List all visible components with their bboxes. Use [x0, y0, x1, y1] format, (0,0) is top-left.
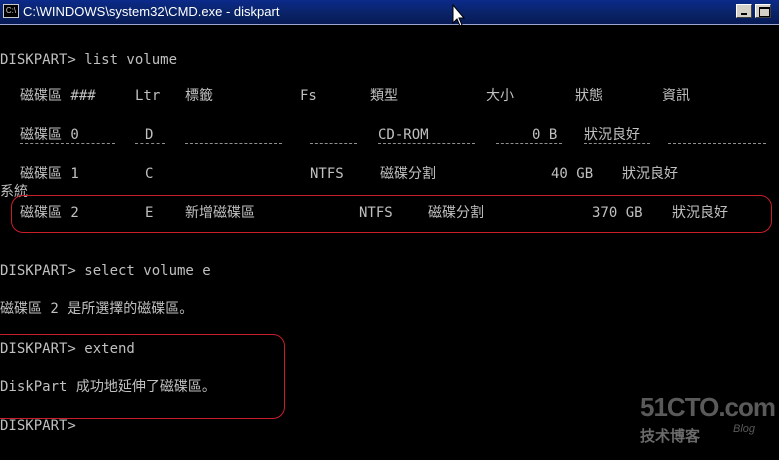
- volume-size: 40 GB: [551, 166, 594, 182]
- volume-size: 370 GB: [592, 205, 643, 221]
- volume-fs: NTFS: [359, 205, 393, 221]
- column-header-fs: Fs: [300, 88, 317, 104]
- header-separator: [378, 143, 475, 144]
- header-separator: [135, 143, 165, 144]
- column-header-label: 標籤: [185, 88, 213, 104]
- volume-letter: D: [145, 127, 154, 143]
- volume-status: 狀況良好: [584, 127, 640, 143]
- status-message: 磁碟區 2 是所選擇的磁碟區。: [0, 301, 194, 317]
- header-separator: [584, 143, 650, 144]
- watermark-logo: 51CTO.com: [640, 392, 776, 422]
- volume-status: 狀況良好: [672, 205, 728, 221]
- command-line: DISKPART> extend: [0, 341, 135, 357]
- watermark-tagline: 技术博客: [640, 428, 701, 445]
- cmd-window-icon[interactable]: C:\: [3, 4, 19, 18]
- header-separator: [496, 143, 562, 144]
- volume-number: 磁碟區 2: [20, 205, 79, 221]
- volume-label: 新增磁碟區: [185, 205, 255, 221]
- column-header-size: 大小: [486, 88, 514, 104]
- volume-size: 0 B: [532, 127, 558, 143]
- volume-number: 磁碟區 0: [20, 127, 79, 143]
- column-header-type: 類型: [370, 88, 398, 104]
- column-header-info: 資訊: [662, 88, 690, 104]
- watermark-blog: Blog: [733, 423, 756, 435]
- column-header-status: 狀態: [575, 88, 603, 104]
- volume-number: 磁碟區 1: [20, 166, 79, 182]
- command-line: DISKPART> list volume: [0, 52, 178, 68]
- maximize-button[interactable]: [755, 4, 771, 18]
- header-separator: [20, 143, 115, 144]
- title-bar[interactable]: C:\ C:\WINDOWS\system32\CMD.exe - diskpa…: [0, 0, 779, 25]
- volume-fs: NTFS: [310, 166, 344, 182]
- column-header-ltr: Ltr: [135, 88, 161, 104]
- header-separator: [310, 143, 357, 144]
- volume-status: 狀況良好: [622, 166, 678, 182]
- status-message: DiskPart 成功地延伸了磁碟區。: [0, 379, 216, 395]
- column-header-volume: 磁碟區 ###: [20, 88, 96, 104]
- minimize-icon: [741, 13, 747, 15]
- volume-letter: C: [145, 166, 154, 182]
- volume-type: 磁碟分割: [428, 205, 484, 221]
- volume-type: CD-ROM: [378, 127, 429, 143]
- window-title: C:\WINDOWS\system32\CMD.exe - diskpart: [23, 4, 280, 19]
- header-separator: [668, 143, 766, 144]
- volume-letter: E: [145, 205, 154, 221]
- command-line: DISKPART> select volume e: [0, 263, 211, 279]
- maximize-icon: [759, 7, 770, 17]
- minimize-button[interactable]: [736, 4, 752, 18]
- command-prompt: DISKPART>: [0, 418, 76, 434]
- volume-type: 磁碟分割: [380, 166, 436, 182]
- header-separator: [185, 143, 282, 144]
